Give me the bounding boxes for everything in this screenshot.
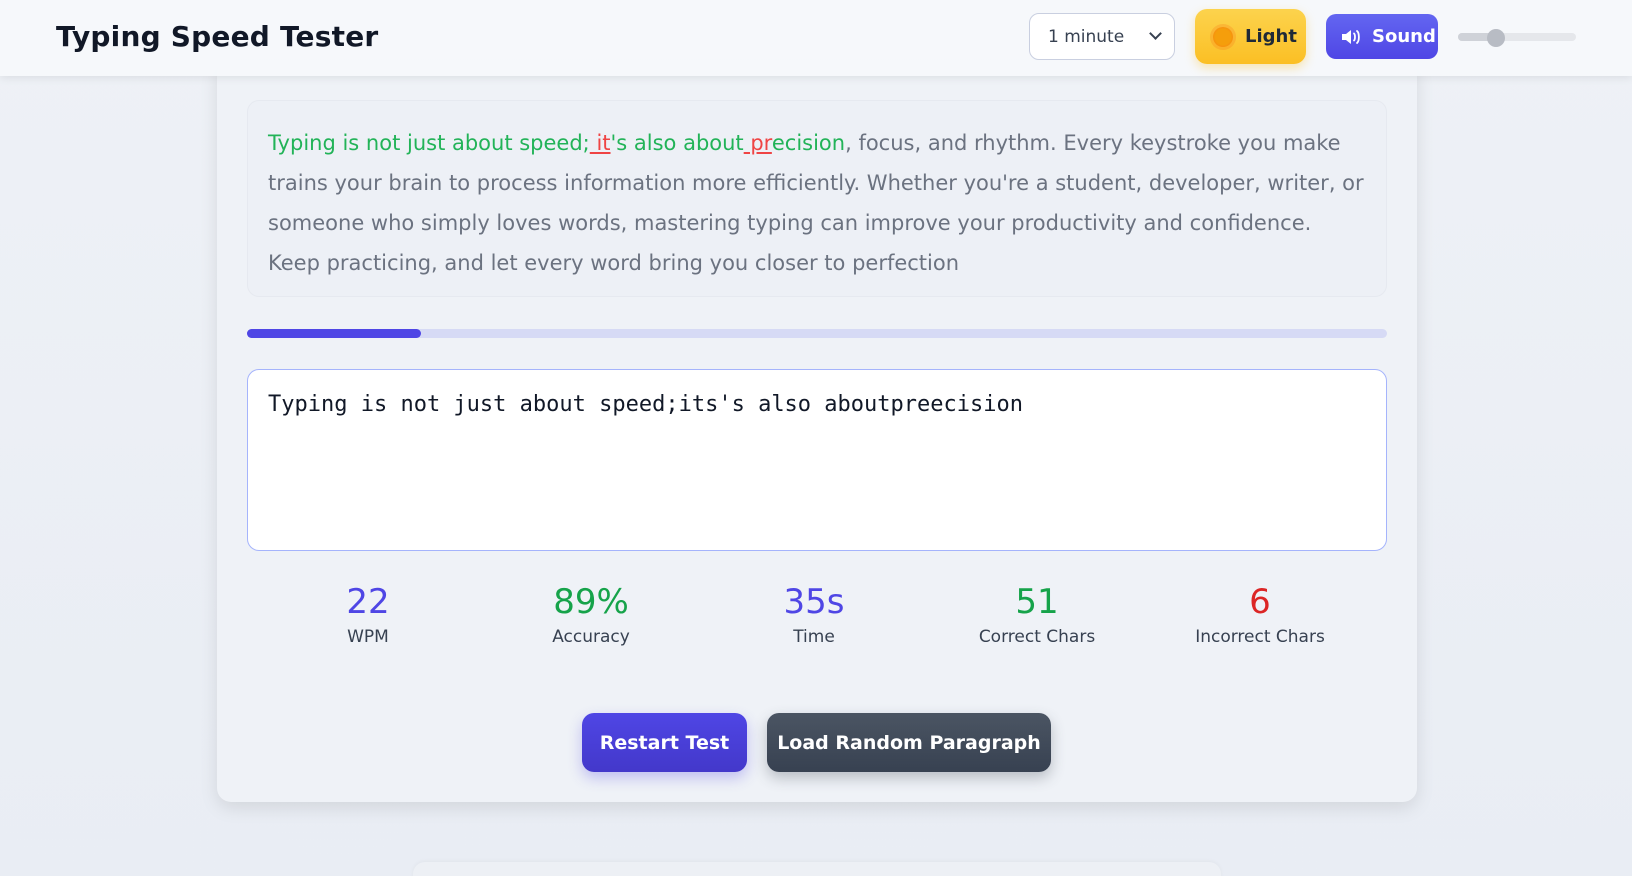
- duration-select[interactable]: 1 minute: [1029, 13, 1175, 60]
- sun-icon: [1213, 26, 1233, 47]
- stat-label: Accuracy: [552, 627, 630, 647]
- stat-incorrect-chars: 6 Incorrect Chars: [1160, 580, 1360, 648]
- stat-time: 35s Time: [714, 580, 914, 648]
- sound-toggle-button[interactable]: Sound: [1326, 14, 1438, 59]
- stat-label: Correct Chars: [978, 627, 1096, 647]
- test-card: Typing is not just about speed; it's als…: [217, 60, 1417, 802]
- chevron-down-icon: [1149, 27, 1162, 40]
- speaker-icon: [1342, 29, 1360, 44]
- stat-value: 51: [1015, 582, 1059, 622]
- stat-correct-chars: 51 Correct Chars: [937, 580, 1137, 648]
- stat-value: 6: [1249, 582, 1271, 622]
- paragraph-segment-incorrect: it: [589, 131, 611, 155]
- stat-accuracy: 89% Accuracy: [491, 580, 691, 648]
- stat-wpm: 22 WPM: [268, 580, 468, 648]
- secondary-card: [413, 862, 1221, 876]
- theme-toggle-label: Light: [1245, 26, 1297, 47]
- stat-label: Incorrect Chars: [1195, 627, 1325, 647]
- stat-value: 35s: [783, 582, 845, 622]
- app-title: Typing Speed Tester: [56, 20, 379, 53]
- top-navbar: Typing Speed Tester 1 minute Light Sound: [0, 0, 1632, 76]
- progress-fill: [247, 329, 422, 338]
- load-random-paragraph-button[interactable]: Load Random Paragraph: [767, 713, 1051, 772]
- paragraph-segment-correct: ecision: [771, 131, 846, 155]
- duration-select-value: 1 minute: [1048, 26, 1125, 47]
- stats-row: 22 WPM 89% Accuracy 35s Time 51 Correct Chars 6 I…: [247, 580, 1407, 660]
- paragraph-segment-incorrect: pr: [743, 131, 772, 155]
- reference-paragraph: Typing is not just about speed; it's als…: [247, 100, 1387, 297]
- restart-test-button[interactable]: Restart Test: [582, 713, 747, 772]
- action-buttons: Restart Test Load Random Paragraph: [217, 713, 1417, 773]
- volume-slider[interactable]: [1458, 29, 1576, 47]
- progress-bar: [247, 329, 1387, 338]
- stat-label: WPM: [347, 627, 389, 647]
- theme-toggle-button[interactable]: Light: [1195, 9, 1306, 64]
- paragraph-segment-correct: 's also about: [610, 131, 744, 155]
- volume-thumb[interactable]: [1486, 29, 1505, 47]
- stat-value: 89%: [553, 582, 629, 622]
- paragraph-segment-correct: Typing is not just about speed;: [268, 131, 590, 155]
- stat-label: Time: [793, 627, 835, 647]
- stat-value: 22: [346, 582, 390, 622]
- typing-input[interactable]: [247, 369, 1387, 551]
- sound-toggle-label: Sound: [1372, 26, 1436, 47]
